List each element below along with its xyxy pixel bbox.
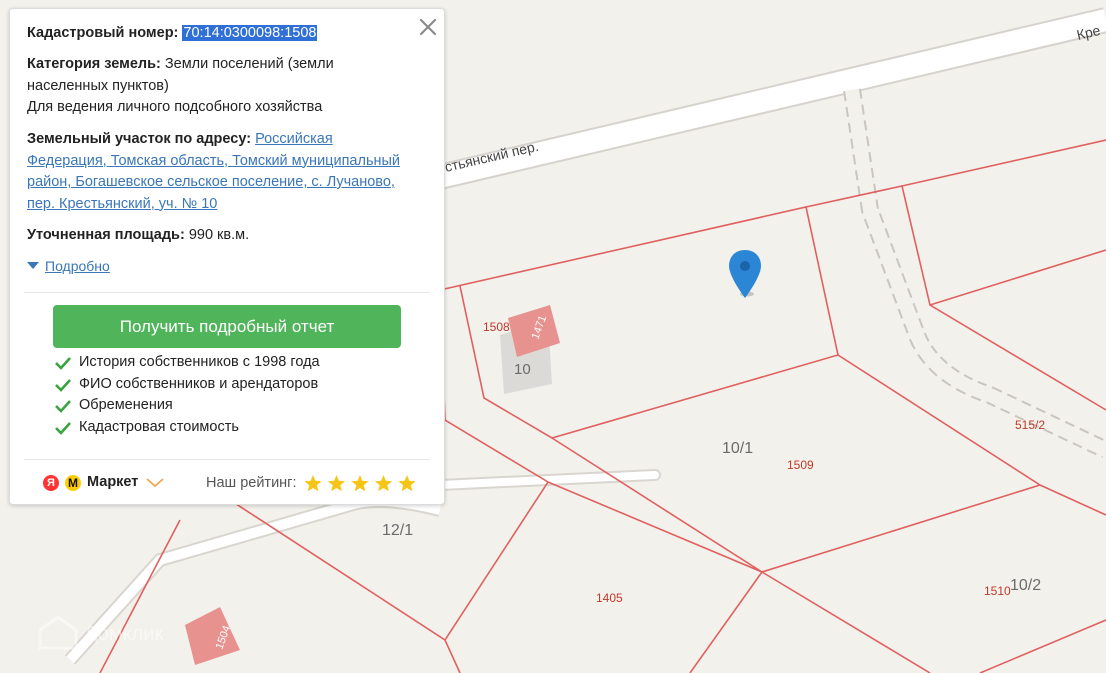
- more-details-link[interactable]: Подробно: [27, 258, 110, 274]
- cadastral-number-value[interactable]: 70:14:0300098:1508: [182, 25, 318, 41]
- feature-label: ФИО собственников и арендаторов: [79, 376, 319, 392]
- feature-label: История собственников с 1998 года: [79, 354, 320, 370]
- address-link-line4[interactable]: пер. Крестьянский, уч. № 10: [27, 196, 217, 212]
- check-icon: [55, 357, 71, 370]
- rating-stars[interactable]: [303, 474, 425, 494]
- parcel-label-1405: 1405: [596, 591, 623, 605]
- triangle-down-icon: [27, 262, 39, 269]
- parcel-label-1508: 1508: [483, 320, 510, 334]
- parcel-label-10: 10: [514, 361, 531, 378]
- parcel-label-515-2: 515/2: [1015, 418, 1045, 432]
- parcel-label-10-1: 10/1: [722, 440, 753, 457]
- land-category-row: Категория земель: Земли поселений (земли…: [27, 54, 427, 119]
- check-icon: [55, 379, 71, 392]
- check-icon: [55, 422, 71, 435]
- check-icon: [55, 400, 71, 413]
- parcel-label-12-1: 12/1: [382, 522, 413, 539]
- rating-label: Наш рейтинг:: [206, 475, 297, 491]
- cadastral-number-label: Кадастровый номер:: [27, 25, 179, 41]
- address-link-line2[interactable]: Федерация, Томская область, Томский муни…: [27, 153, 400, 169]
- watermark-text: Домклик: [84, 623, 163, 645]
- address-link-line3[interactable]: район, Богашевское сельское поселение, с…: [27, 174, 395, 190]
- divider: [24, 459, 430, 460]
- feature-label: Обременения: [79, 397, 173, 413]
- land-category-value-line2: населенных пунктов): [27, 77, 169, 94]
- land-category-label: Категория земель:: [27, 56, 161, 72]
- area-row: Уточненная площадь: 990 кв.м.: [27, 225, 249, 247]
- cadastral-number-row: Кадастровый номер: 70:14:0300098:1508: [27, 23, 318, 45]
- address-row: Земельный участок по адресу: Российская …: [27, 129, 437, 215]
- star-icon[interactable]: [304, 475, 322, 492]
- yandex-logo[interactable]: Я: [43, 475, 59, 491]
- market-logo-glyph: М: [68, 476, 78, 490]
- chevron-down-icon[interactable]: [146, 478, 164, 488]
- address-label: Земельный участок по адресу:: [27, 131, 252, 147]
- close-icon[interactable]: [418, 17, 438, 37]
- map-pin-icon[interactable]: [729, 250, 765, 300]
- star-icon[interactable]: [398, 475, 416, 492]
- parcel-info-panel: Кадастровый номер: 70:14:0300098:1508 Ка…: [9, 8, 445, 505]
- divider: [24, 292, 430, 293]
- area-value: 990 кв.м.: [188, 227, 250, 243]
- parcel-label-1510: 1510: [984, 584, 1011, 598]
- star-icon[interactable]: [327, 475, 346, 492]
- land-usage: Для ведения личного подсобного хозяйства: [27, 99, 323, 115]
- star-icon[interactable]: [351, 475, 369, 492]
- more-details-label: Подробно: [45, 258, 110, 274]
- area-label: Уточненная площадь:: [27, 227, 185, 243]
- get-report-button[interactable]: Получить подробный отчет: [53, 305, 401, 348]
- market-label[interactable]: Маркет: [87, 474, 138, 490]
- parcel-label-10-2: 10/2: [1010, 577, 1041, 594]
- address-link-line1[interactable]: Российская: [255, 131, 333, 147]
- feature-label: Кадастровая стоимость: [79, 419, 239, 435]
- star-icon[interactable]: [374, 475, 393, 492]
- parcel-label-1509: 1509: [787, 458, 814, 472]
- land-category-value-line1: Земли поселений (земли: [164, 56, 334, 72]
